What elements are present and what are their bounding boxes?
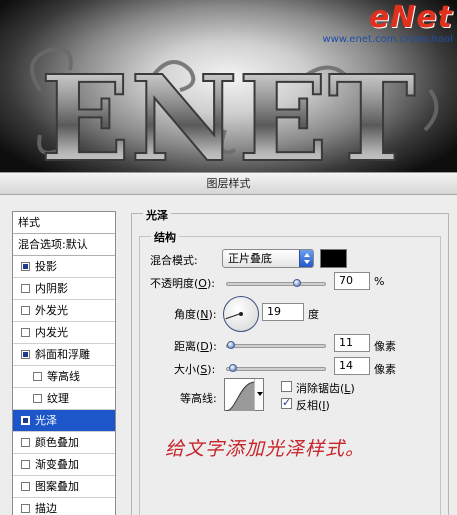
style-list-label: 渐变叠加 [35,457,79,471]
style-list-item[interactable]: 纹理 [13,388,115,410]
blend-options-item[interactable]: 混合选项:默认 [13,234,115,256]
style-list-item[interactable]: 渐变叠加 [13,454,115,476]
style-list-item[interactable]: 斜面和浮雕 [13,344,115,366]
style-list-item[interactable]: 内阴影 [13,278,115,300]
style-checkbox[interactable] [21,328,30,337]
distance-label: 距离(D): [174,340,217,353]
blend-mode-value: 正片叠底 [228,252,272,265]
style-list-label: 光泽 [35,413,57,427]
style-checkbox[interactable] [21,482,30,491]
watermark-url: www.enet.com.cn/eschool [322,34,454,45]
tutorial-caption: 给文字添加光泽样式。 [165,438,366,460]
style-checkbox[interactable] [21,416,30,425]
satin-group-title: 光泽 [143,207,171,223]
style-list-label: 颜色叠加 [35,435,79,449]
style-list-item[interactable]: 内发光 [13,322,115,344]
blend-mode-select[interactable]: 正片叠底 [222,249,314,268]
contour-picker[interactable] [224,378,264,411]
blend-mode-label: 混合模式: [150,254,198,267]
opacity-unit: % [374,275,385,288]
style-checkbox[interactable] [21,306,30,315]
style-list-item[interactable]: 描边 [13,498,115,515]
style-list-label: 图案叠加 [35,479,79,493]
dial-hand-icon [225,313,241,320]
style-list-label: 内发光 [35,325,68,339]
style-list-label: 内阴影 [35,281,68,295]
style-checkbox[interactable] [21,262,30,271]
style-list-item[interactable]: 外发光 [13,300,115,322]
style-list: 样式 混合选项:默认 投影内阴影外发光内发光斜面和浮雕等高线纹理光泽颜色叠加渐变… [12,211,116,515]
contour-label: 等高线: [180,392,217,405]
structure-group-title: 结构 [151,229,179,245]
contour-dropdown-icon[interactable] [254,379,263,410]
invert-label[interactable]: 反相(I) [296,397,330,413]
style-list-label: 外发光 [35,303,68,317]
style-checkbox[interactable] [33,394,42,403]
style-list-label: 等高线 [47,369,80,383]
opacity-slider[interactable] [226,279,326,287]
opacity-input[interactable]: 70 [334,272,370,290]
contour-curve-icon [226,381,255,411]
satin-color-swatch[interactable] [320,249,347,268]
distance-slider[interactable] [226,341,326,349]
select-arrows-icon [299,250,313,267]
antialias-checkbox[interactable] [281,381,292,392]
style-list-item[interactable]: 等高线 [13,366,115,388]
style-list-label: 斜面和浮雕 [35,347,90,361]
size-input[interactable]: 14 [334,357,370,375]
styles-header[interactable]: 样式 [13,212,115,234]
size-slider[interactable] [226,364,326,372]
distance-unit: 像素 [374,340,396,353]
style-checkbox[interactable] [21,460,30,469]
style-list-item[interactable]: 投影 [13,256,115,278]
style-checkbox[interactable] [21,284,30,293]
style-list-label: 描边 [35,501,57,515]
size-unit: 像素 [374,363,396,376]
invert-checkbox[interactable] [281,396,292,409]
watermark-logo: eNet [368,0,453,35]
style-list-item[interactable]: 图案叠加 [13,476,115,498]
opacity-slider-thumb[interactable] [293,279,301,287]
style-list-label: 投影 [35,259,57,273]
distance-input[interactable]: 11 [334,334,370,352]
banner-headline: ENET [40,49,416,172]
opacity-label: 不透明度(O): [150,277,215,290]
style-checkbox[interactable] [21,350,30,359]
style-checkbox[interactable] [33,372,42,381]
distance-slider-thumb[interactable] [227,341,236,349]
dialog-title: 图层样式 [0,173,457,195]
angle-label: 角度(N): [174,308,217,321]
size-slider-thumb[interactable] [228,364,237,372]
angle-unit: 度 [308,308,319,321]
size-label: 大小(S): [174,363,216,376]
title-banner: ENET eNet www.enet.com.cn/eschool [0,0,457,172]
angle-input[interactable]: 19 [262,303,304,321]
style-list-item[interactable]: 颜色叠加 [13,432,115,454]
style-list-label: 纹理 [47,391,69,405]
style-list-item[interactable]: 光泽 [13,410,115,432]
style-checkbox[interactable] [21,504,30,513]
antialias-label[interactable]: 消除锯齿(L) [296,380,355,396]
angle-dial[interactable] [223,296,259,332]
style-checkbox[interactable] [21,438,30,447]
